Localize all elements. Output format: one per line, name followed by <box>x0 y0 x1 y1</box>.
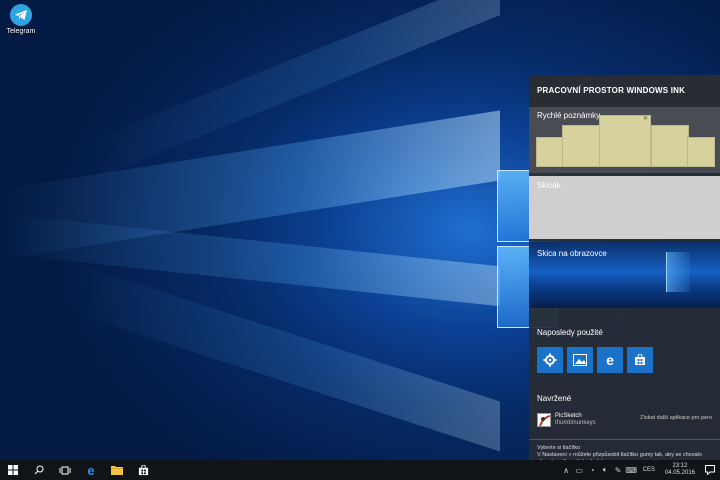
store-icon <box>138 464 148 475</box>
notification-icon <box>705 465 715 475</box>
file-explorer-icon <box>111 466 123 475</box>
windows-ink-workspace-panel: PRACOVNÍ PROSTOR WINDOWS INK Rychlé pozn… <box>529 75 720 465</box>
telegram-icon <box>10 4 32 26</box>
picsketch-app-icon <box>537 413 551 427</box>
sticky-note <box>562 125 602 167</box>
edge-app-button[interactable]: e <box>597 347 623 373</box>
edge-taskbar-button[interactable]: e <box>78 460 104 480</box>
suggested-app-info: PicSketch thumbmunkeys <box>555 413 596 427</box>
start-button[interactable] <box>0 460 26 480</box>
clock-time: 23:12 <box>672 463 688 469</box>
task-view-icon <box>59 466 71 474</box>
search-icon <box>34 465 44 475</box>
taskbar: e ∧ ▭ ◔ 🔈︎ ✎ ⌨ CES 23:12 04.05.2016 <box>0 460 720 480</box>
store-app-button[interactable] <box>627 347 653 373</box>
volume-icon[interactable]: 🔈︎ <box>599 460 612 480</box>
windows-icon <box>8 465 18 475</box>
suggested-app-name: PicSketch <box>555 413 582 419</box>
sticky-note <box>651 125 689 167</box>
sticky-notes-tile[interactable]: Rychlé poznámky ✕ <box>529 107 720 173</box>
task-view-button[interactable] <box>52 460 78 480</box>
chevron-up-icon[interactable]: ∧ <box>560 460 573 480</box>
clock-date: 04.05.2016 <box>664 470 695 476</box>
photos-icon <box>573 354 587 366</box>
suggested-app-row[interactable]: PicSketch thumbmunkeys Získat další apli… <box>529 403 720 427</box>
desktop-icon-label: Telegram <box>6 28 36 35</box>
sketchpad-label: Skicák <box>537 181 561 190</box>
settings-app-button[interactable] <box>537 347 563 373</box>
get-more-pen-apps-link[interactable]: Získat další aplikace pro pero <box>640 413 712 421</box>
screen-sketch-preview <box>666 252 690 292</box>
edge-icon: e <box>87 462 95 478</box>
sticky-note <box>687 137 715 167</box>
store-taskbar-button[interactable] <box>130 460 156 480</box>
recently-used-section: Naposledy použité e <box>529 308 720 388</box>
suggested-app-publisher: thumbmunkeys <box>555 420 596 426</box>
microsoft-app-button[interactable] <box>657 347 683 373</box>
recently-used-label: Naposledy použité <box>537 328 603 337</box>
sticky-note: ✕ <box>599 115 651 167</box>
input-language[interactable]: CES <box>638 467 660 473</box>
clock[interactable]: 23:12 04.05.2016 <box>660 463 700 477</box>
store-icon <box>635 354 645 365</box>
suggested-section: Navržené PicSketch thumbmunkeys Získat d… <box>529 388 720 471</box>
screen-sketch-tile[interactable]: Skica na obrazovce <box>529 242 720 308</box>
close-icon: ✕ <box>642 116 648 122</box>
pen-icon[interactable]: ✎ <box>612 460 625 480</box>
desktop-icon-telegram[interactable]: Telegram <box>4 4 38 35</box>
system-tray: ∧ ▭ ◔ 🔈︎ ✎ ⌨ CES 23:12 04.05.2016 <box>560 460 720 480</box>
display-icon[interactable]: ▭ <box>573 460 586 480</box>
network-icon[interactable]: ◔ <box>586 460 599 480</box>
recent-apps-row: e <box>529 337 720 373</box>
keyboard-icon[interactable]: ⌨ <box>625 460 638 480</box>
file-explorer-button[interactable] <box>104 460 130 480</box>
edge-icon: e <box>606 352 614 368</box>
suggested-label: Navržené <box>537 394 572 403</box>
panel-title: PRACOVNÍ PROSTOR WINDOWS INK <box>529 75 720 107</box>
search-button[interactable] <box>26 460 52 480</box>
gear-icon <box>543 353 557 367</box>
sticky-notes-label: Rychlé poznámky <box>537 111 601 120</box>
sketchpad-tile[interactable]: Skicák <box>529 176 720 239</box>
photos-app-button[interactable] <box>567 347 593 373</box>
screen-sketch-label: Skica na obrazovce <box>537 249 607 258</box>
sticky-note <box>536 137 564 167</box>
action-center-button[interactable] <box>700 460 720 480</box>
